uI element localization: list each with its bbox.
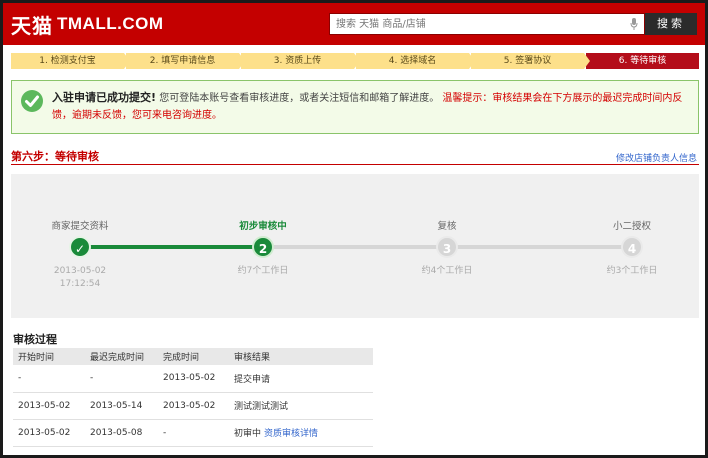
cell-start: 2013-05-02: [13, 392, 85, 420]
qualification-detail-link[interactable]: 资质审核详情: [264, 429, 318, 439]
section-divider: [11, 164, 699, 165]
step-3[interactable]: 3. 资质上传: [241, 53, 360, 69]
step-4[interactable]: 4. 选择域名: [356, 53, 475, 69]
progress-sub: 约4个工作日: [421, 266, 473, 276]
cell-result: 测试测试测试: [229, 392, 373, 420]
progress-node-pending: 3: [436, 236, 458, 258]
history-header-row: 开始时间 最迟完成时间 完成时间 审核结果: [13, 348, 373, 365]
history-table: 开始时间 最迟完成时间 完成时间 审核结果 - - 2013-05-02 提交申…: [13, 348, 373, 447]
step-6-current[interactable]: 6. 等待审核: [586, 53, 699, 69]
cell-deadline: 2013-05-14: [85, 392, 158, 420]
progress-sub: 约3个工作日: [606, 266, 658, 276]
cell-result: 提交申请: [229, 365, 373, 393]
top-header: 天猫 TMALL.COM 搜索: [3, 3, 705, 45]
progress-line-done: [79, 245, 263, 249]
col-result: 审核结果: [229, 348, 373, 365]
cell-start: 2013-05-02: [13, 419, 85, 447]
step-2[interactable]: 2. 填写申请信息: [126, 53, 245, 69]
progress-sub: 约7个工作日: [237, 266, 289, 276]
progress-node-done: ✓: [69, 236, 91, 258]
cell-deadline: 2013-05-08: [85, 419, 158, 447]
cell-result: 初审中 资质审核详情: [229, 419, 373, 447]
cell-finish: 2013-05-02: [158, 365, 229, 393]
step-bar: 1. 检测支付宝 2. 填写申请信息 3. 资质上传 4. 选择域名 5. 签署…: [11, 53, 699, 69]
table-row: - - 2013-05-02 提交申请: [13, 365, 373, 393]
edit-owner-info-link[interactable]: 修改店铺负责人信息: [616, 151, 697, 164]
logo-en-text: TMALL.COM: [57, 14, 164, 33]
table-row: 2013-05-02 2013-05-08 - 初审中 资质审核详情: [13, 419, 373, 447]
tmall-logo[interactable]: 天猫 TMALL.COM: [11, 9, 163, 39]
progress-sub: 2013-05-02 17:12:54: [20, 265, 140, 291]
review-progress-panel: 商家提交资料 ✓ 2013-05-02 17:12:54 初步审核中 2 约7个…: [11, 174, 699, 318]
result-status: 初审中: [234, 429, 262, 439]
search-box: [329, 13, 645, 35]
logo-cn-text: 天猫: [11, 13, 53, 38]
success-check-icon: [21, 90, 43, 112]
notice-body: 您可登陆本账号查看审核进度，或者关注短信和邮箱了解进度。: [159, 93, 440, 104]
col-deadline: 最迟完成时间: [85, 348, 158, 365]
col-start-time: 开始时间: [13, 348, 85, 365]
history-title: 审核过程: [13, 333, 57, 346]
progress-date: 2013-05-02: [53, 266, 107, 276]
notice-text: 入驻申请已成功提交! 您可登陆本账号查看审核进度，或者关注短信和邮箱了解进度。 …: [52, 89, 692, 124]
progress-label: 复核: [437, 221, 457, 232]
step-5[interactable]: 5. 签署协议: [471, 53, 590, 69]
progress-node-current: 2: [252, 236, 274, 258]
step-1[interactable]: 1. 检测支付宝: [11, 53, 130, 69]
microphone-icon[interactable]: [630, 18, 638, 30]
cell-finish: 2013-05-02: [158, 392, 229, 420]
progress-label: 小二授权: [612, 221, 651, 232]
notice-title: 入驻申请已成功提交!: [52, 91, 157, 104]
cell-start: -: [13, 365, 85, 393]
progress-label: 商家提交资料: [51, 221, 109, 232]
success-notice: 入驻申请已成功提交! 您可登陆本账号查看审核进度，或者关注短信和邮箱了解进度。 …: [11, 80, 699, 134]
search-button[interactable]: 搜索: [645, 13, 697, 35]
section-title: 第六步：等待审核: [11, 150, 99, 163]
progress-node-pending: 4: [621, 236, 643, 258]
col-finish-time: 完成时间: [158, 348, 229, 365]
search-input[interactable]: [336, 14, 626, 34]
progress-label-current: 初步审核中: [239, 221, 287, 232]
cell-deadline: -: [85, 365, 158, 393]
table-row: 2013-05-02 2013-05-14 2013-05-02 测试测试测试: [13, 392, 373, 420]
progress-time: 17:12:54: [59, 279, 101, 289]
cell-finish: -: [158, 419, 229, 447]
